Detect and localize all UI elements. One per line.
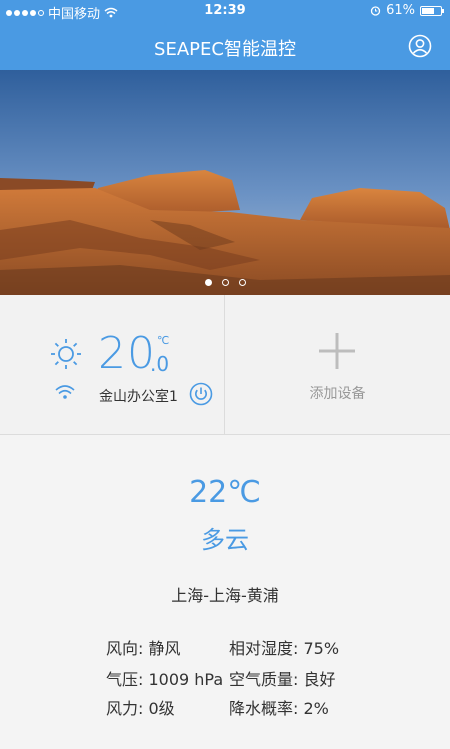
wifi-icon <box>55 385 75 399</box>
banner-carousel[interactable] <box>0 70 450 295</box>
device-temperature-unit: ℃ <box>157 334 170 347</box>
weather-humidity: 相对湿度: 75% <box>229 639 340 658</box>
power-icon[interactable] <box>189 382 213 406</box>
nav-bar: SEAPEC智能温控 <box>0 22 450 70</box>
plus-icon <box>319 333 355 369</box>
pager-dot[interactable] <box>238 279 246 286</box>
weather-location: 上海-上海-黄浦 <box>171 586 279 605</box>
weather-wind-force: 风力: 0级 <box>106 699 175 718</box>
page-title: SEAPEC智能温控 <box>154 39 296 60</box>
weather-air-quality: 空气质量: 良好 <box>229 670 336 689</box>
battery-percent: 61% <box>386 3 415 18</box>
weather-pressure: 气压: 1009 hPa <box>106 670 224 689</box>
weather-condition: 多云 <box>201 526 249 554</box>
pager-dot[interactable] <box>204 279 212 286</box>
banner-image <box>0 70 450 295</box>
status-right: 61% <box>370 3 444 18</box>
sun-icon <box>51 339 81 369</box>
pager-dot[interactable] <box>221 279 229 286</box>
user-icon[interactable] <box>408 34 432 58</box>
battery-icon <box>420 5 444 16</box>
alarm-icon <box>370 6 381 16</box>
weather-rain-probability: 降水概率: 2% <box>229 699 329 718</box>
weather-temperature: 22℃ <box>189 475 261 510</box>
device-temperature-decimal: .0 <box>150 352 170 376</box>
device-temperature: 20 <box>98 328 156 379</box>
add-device-label: 添加设备 <box>309 386 366 402</box>
device-name: 金山办公室1 <box>99 389 178 405</box>
banner-pager[interactable] <box>0 279 450 286</box>
weather-wind-direction: 风向: 静风 <box>106 639 181 658</box>
status-bar: 中国移动 12:39 61% <box>0 0 450 22</box>
